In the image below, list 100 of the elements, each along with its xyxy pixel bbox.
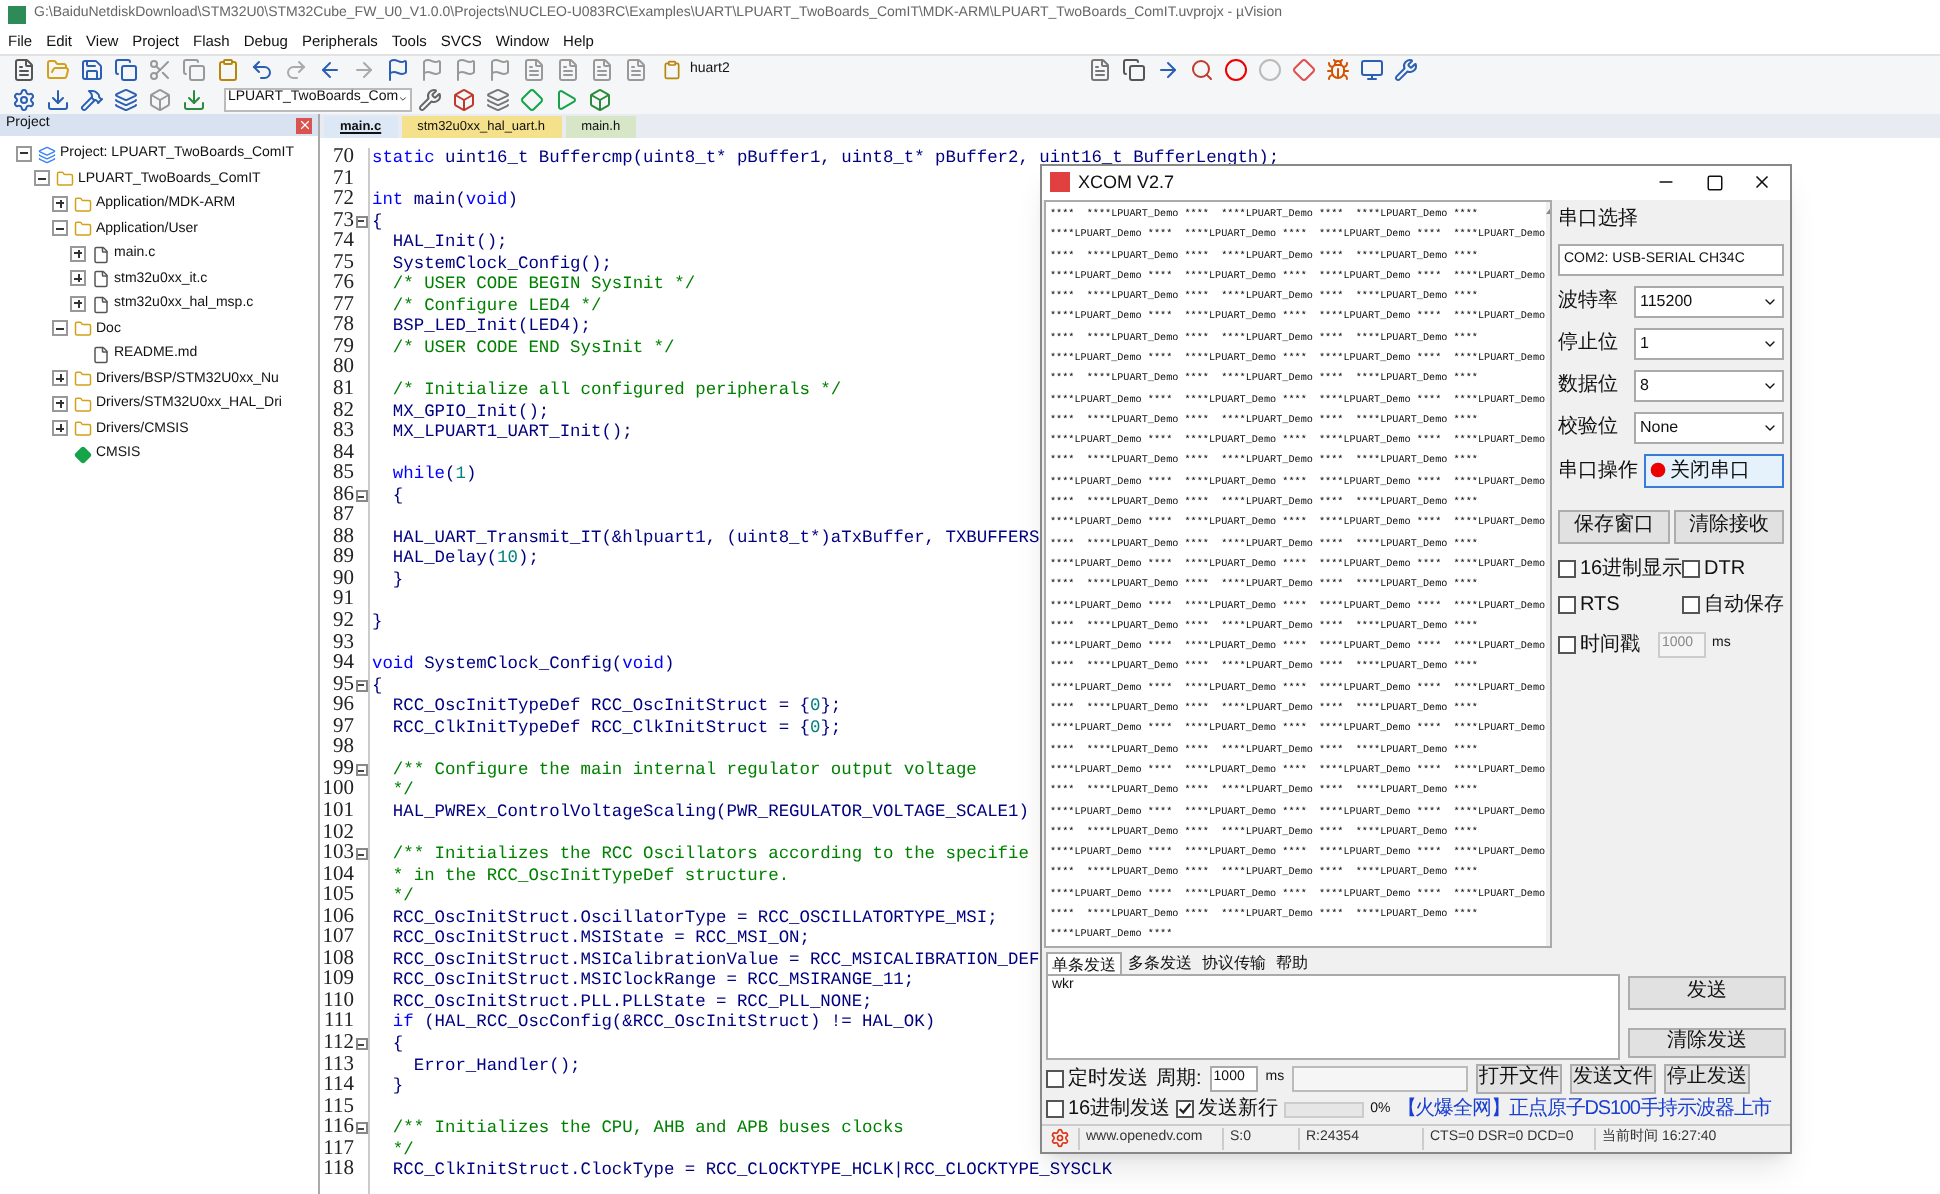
line-number: 116: [323, 1118, 354, 1140]
code-line: {: [390, 485, 404, 507]
code-line: RCC_ClkInitTypeDef RCC_ClkInitStruct = {0};: [390, 717, 842, 739]
checkbox-label: 时间戳: [1580, 631, 1640, 660]
file-button[interactable]: 打开文件: [1476, 1063, 1563, 1094]
line-number: 95: [333, 675, 354, 696]
line-number: 96: [333, 696, 354, 718]
code-line: /** Configure the main internal regulator output voltage: [390, 759, 977, 781]
code-line: RCC_OscInitStruct.MSIState = RCC_MSI_ON;: [390, 928, 810, 950]
line-number: 100: [322, 780, 354, 802]
setting-dropdown[interactable]: 1: [1634, 327, 1784, 360]
code-line: }: [372, 612, 383, 634]
line-number: 105: [322, 886, 354, 908]
checkbox-label: 自动保存: [1704, 591, 1784, 620]
line-number: 97: [333, 717, 354, 738]
code-line: */: [390, 1139, 414, 1161]
code-line: RCC_OscInitStruct.MSICalibrationValue = RCC_MSICALIBRATION_DEF: [390, 949, 1040, 971]
line-number: 80: [333, 358, 354, 380]
code-line: BSP_LED_Init(LED4);: [390, 316, 591, 338]
window-title: XCOM V2.7: [1078, 169, 1177, 196]
line-number: 71: [333, 169, 354, 190]
line-number: 93: [333, 633, 354, 654]
send-button[interactable]: 发送: [1628, 975, 1786, 1010]
code-line: */: [390, 780, 414, 802]
clear-send-button[interactable]: 清除发送: [1628, 1027, 1786, 1058]
line-number: 94: [333, 654, 354, 676]
send-tab[interactable]: 帮助: [1272, 951, 1312, 974]
line-number: 91: [333, 590, 354, 612]
line-number: 87: [333, 506, 354, 528]
line-number: 113: [323, 1055, 354, 1076]
line-number: 84: [333, 443, 354, 464]
line-number: 92: [333, 612, 354, 634]
clear-receive-button[interactable]: 清除接收: [1673, 509, 1784, 544]
line-number: 112: [323, 1033, 354, 1056]
line-number: 98: [333, 738, 354, 760]
setting-dropdown[interactable]: 8: [1634, 369, 1784, 402]
checkbox-label: 16进制发送: [1068, 1095, 1171, 1125]
code-line: if (HAL_RCC_OscConfig(&RCC_OscInitStruct) != HAL_OK): [390, 1012, 936, 1034]
save-window-button[interactable]: 保存窗口: [1558, 509, 1669, 544]
operation-label: 串口操作: [1558, 457, 1638, 486]
code-line: }: [390, 1076, 404, 1098]
code-line: /* Configure LED4 */: [390, 295, 602, 317]
line-number: 81: [333, 380, 354, 402]
line-number: 118: [323, 1160, 354, 1182]
close-port-button[interactable]: 关闭串口: [1644, 453, 1784, 488]
send-tab[interactable]: 多条发送: [1124, 951, 1196, 974]
line-number: 101: [322, 801, 354, 823]
code-line: MX_GPIO_Init();: [390, 401, 550, 423]
line-number: 89: [333, 548, 354, 570]
line-number: 70: [333, 148, 354, 170]
line-number: 107: [322, 928, 354, 950]
line-number: 72: [333, 190, 354, 212]
code-line: RCC_OscInitStruct.PLL.PLLState = RCC_PLL_NONE;: [390, 991, 873, 1013]
code-line: MX_LPUART1_UART_Init();: [390, 422, 633, 444]
line-number: 77: [333, 295, 354, 316]
port-label: 串口选择: [1558, 205, 1640, 234]
code-line: /** Initializes the RCC Oscillators according to the specifie: [390, 844, 1029, 866]
line-number: 82: [333, 401, 354, 422]
line-number: 115: [323, 1097, 354, 1118]
code-line: static uint16_t Buffercmp(uint8_t* pBuffer1, uint8_t* pBuffer2, uint16_t BufferLength);: [372, 148, 1280, 170]
line-number: 74: [333, 232, 354, 254]
promo-link[interactable]: 【火爆全网】正点原子DS100手持示波器上市: [1396, 1094, 1772, 1125]
checkbox-label: RTS: [1580, 591, 1620, 620]
line-number: 83: [333, 422, 354, 444]
line-number: 102: [322, 823, 354, 844]
line-number: 85: [333, 464, 354, 486]
line-number: 117: [323, 1139, 354, 1160]
line-number: 114: [323, 1076, 354, 1098]
code-line: void SystemClock_Config(void): [372, 654, 675, 676]
line-number: 109: [322, 970, 354, 992]
code-line: {: [372, 211, 383, 233]
line-number: 79: [333, 337, 354, 358]
code-line: }: [390, 569, 404, 591]
setting-dropdown[interactable]: None: [1634, 411, 1784, 444]
code-line: HAL_Init();: [390, 232, 508, 254]
code-line: Error_Handler();: [411, 1055, 581, 1077]
line-number: 108: [322, 949, 354, 970]
code-line: RCC_OscInitStruct.OscillatorType = RCC_OSCILLATORTYPE_MSI;: [390, 907, 998, 929]
line-number: 75: [333, 253, 354, 274]
code-line: RCC_OscInitStruct.MSIClockRange = RCC_MSIRANGE_11;: [390, 970, 915, 992]
setting-label: 数据位: [1558, 372, 1620, 401]
code-line: {: [390, 1033, 404, 1056]
setting-label: 停止位: [1558, 329, 1620, 359]
checkbox-label: 定时发送: [1068, 1065, 1148, 1094]
code-line: RCC_ClkInitStruct.ClockType = RCC_CLOCKTYPE_HCLK|RCC_CLOCKTYPE_SYSCLK: [390, 1160, 1113, 1182]
send-tab[interactable]: 单条发送: [1046, 951, 1122, 974]
period-label: 周期:: [1156, 1065, 1202, 1094]
line-number: 103: [322, 844, 354, 866]
file-button[interactable]: 停止发送: [1664, 1063, 1751, 1094]
setting-dropdown[interactable]: 115200: [1634, 285, 1784, 318]
checkbox-label: 发送新行: [1198, 1095, 1279, 1125]
checkbox-label: DTR: [1704, 555, 1746, 584]
code-line: */: [390, 886, 414, 908]
send-tab[interactable]: 协议传输: [1198, 951, 1270, 974]
code-line: HAL_Delay(10);: [390, 548, 539, 570]
file-button[interactable]: 发送文件: [1570, 1063, 1657, 1094]
setting-label: 校验位: [1558, 413, 1620, 443]
checkbox-label: 16进制显示: [1580, 555, 1683, 584]
code-line: /* USER CODE END SysInit */: [390, 337, 675, 359]
code-line: * in the RCC_OscInitTypeDef structure.: [390, 865, 790, 887]
